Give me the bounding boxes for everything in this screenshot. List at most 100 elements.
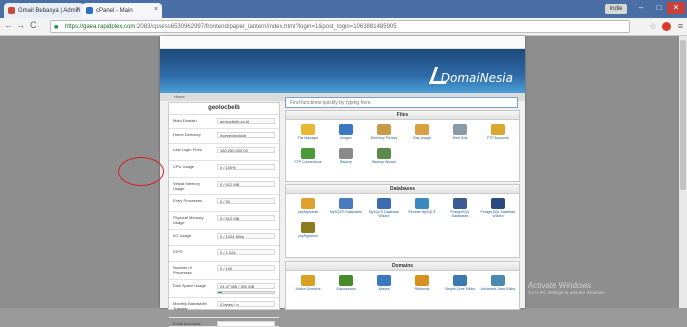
item-label: Redirects bbox=[414, 287, 430, 291]
function-search-input[interactable]: Find functions quickly by typing here. bbox=[285, 97, 518, 108]
cpanel-item-phpmyadmin[interactable]: phpMyAdmin bbox=[290, 196, 326, 214]
stat-label: Physical Memory Usage bbox=[173, 215, 204, 225]
phppgadmin-icon bbox=[301, 222, 315, 233]
cpanel-container: DomaiNesia Home geolocbelb Main Domain ge… bbox=[160, 36, 525, 327]
address-bar[interactable]: ■ https://gaea.rapidplex.com:2083/cpsess… bbox=[50, 20, 630, 33]
file-manager-highlight-circle bbox=[118, 157, 164, 186]
item-label: Directory Privacy bbox=[370, 136, 398, 140]
stat-row: Email Accounts bbox=[169, 318, 279, 327]
close-tab-icon[interactable]: × bbox=[154, 6, 158, 13]
browser-tab-cpanel[interactable]: cPanel - Main × bbox=[82, 3, 162, 18]
brand-logo[interactable]: DomaiNesia bbox=[441, 71, 513, 85]
windows-activation-watermark: Activate Windows Go to PC settings to ac… bbox=[528, 281, 606, 295]
item-label: PostgreSQL Database Wizard bbox=[480, 210, 516, 218]
stat-row: Disk Space Usage 24.37 MB / 300 MB bbox=[169, 280, 279, 298]
cpanel-item-mysql-database-wizard[interactable]: MySQL® Database Wizard bbox=[366, 196, 402, 218]
browser-menu-icon[interactable]: ≡ bbox=[678, 21, 683, 31]
cpanel-item-directory-privacy[interactable]: Directory Privacy bbox=[366, 122, 402, 140]
item-label: MySQL® Database Wizard bbox=[368, 210, 400, 218]
stat-row: Main Domain geolocbelb.co.id bbox=[169, 115, 279, 129]
cpanel-item-backup-wizard[interactable]: Backup Wizard bbox=[366, 146, 402, 164]
stat-row: Home Directory/home/geolocb bbox=[169, 129, 279, 144]
stat-row: I/O Usage 0 / 1024 KB/s bbox=[169, 230, 279, 246]
stat-row: IOPS 0 / 1,024 bbox=[169, 246, 279, 262]
stat-label: Entry Processes bbox=[173, 198, 203, 203]
cpanel-item-disk-usage[interactable]: Disk Usage bbox=[404, 122, 440, 140]
close-tab-icon[interactable]: × bbox=[76, 6, 80, 13]
stat-row: Physical Memory Usage 0 / 512 MB bbox=[169, 212, 279, 230]
cpanel-item-postgresql-database-wizard[interactable]: PostgreSQL Database Wizard bbox=[480, 196, 516, 218]
item-label: Backup Wizard bbox=[372, 160, 396, 164]
browser-user-chip[interactable]: Indie bbox=[605, 4, 627, 14]
ftp-connections-icon bbox=[301, 148, 315, 159]
stat-value: 0 / 512 MB bbox=[217, 181, 275, 187]
reload-icon[interactable]: C bbox=[30, 20, 37, 30]
cpanel-item-redirects[interactable]: Redirects bbox=[404, 273, 440, 291]
tab-bar: Gmail Bebasya | Admin × cPanel - Main × … bbox=[0, 0, 687, 18]
mysql-databases-icon bbox=[339, 198, 353, 209]
stats-panel: geolocbelb Main Domain geolocbelb.co.id Ho… bbox=[168, 102, 280, 327]
stat-label: Monthly Bandwidth Transfer bbox=[173, 301, 207, 311]
group-header[interactable]: Files bbox=[286, 111, 519, 120]
stat-row: Number of Processes 0 / 100 bbox=[169, 262, 279, 280]
window-close-button[interactable]: ✕ bbox=[667, 2, 685, 14]
item-label: File Manager bbox=[297, 136, 319, 140]
stat-label: IOPS bbox=[173, 249, 183, 254]
stat-value: 0 / 100 bbox=[217, 265, 275, 271]
cpanel-item-aliases[interactable]: Aliases bbox=[366, 273, 402, 291]
cpanel-item-mysql-databases[interactable]: MySQL® Databases bbox=[328, 196, 364, 214]
item-label: phpPgAdmin bbox=[297, 234, 319, 238]
group-header[interactable]: Domains bbox=[286, 262, 519, 271]
item-label: Simple Zone Editor bbox=[445, 287, 475, 291]
cpanel-item-file-manager[interactable]: File Manager bbox=[290, 122, 326, 140]
file-manager-icon bbox=[301, 124, 315, 135]
stat-value: 0 / 30 bbox=[217, 198, 275, 204]
cpanel-item-addon-domains[interactable]: Addon Domains bbox=[290, 273, 326, 291]
cpanel-item-remote-mysql[interactable]: Remote MySQL® bbox=[404, 196, 440, 214]
cpanel-item-ftp-connections[interactable]: FTP Connections bbox=[290, 146, 326, 164]
cpanel-item-postgresql-databases[interactable]: PostgreSQL Databases bbox=[442, 196, 478, 218]
cpanel-item-advanced-zone-editor[interactable]: Advanced Zone Editor bbox=[480, 273, 516, 291]
cpanel-favicon-icon bbox=[86, 7, 93, 14]
item-label: Backup bbox=[340, 160, 352, 164]
item-label: Disk Usage bbox=[413, 136, 431, 140]
postgresql-databases-icon bbox=[453, 198, 467, 209]
window-maximize-button[interactable]: □ bbox=[651, 2, 667, 14]
stat-value: 24.37 MB / 300 MB bbox=[217, 283, 275, 289]
extension-icon[interactable] bbox=[662, 22, 671, 31]
browser-tab-gmail[interactable]: Gmail Bebasya | Admin × bbox=[4, 3, 84, 18]
cpanel-item-backup[interactable]: Backup bbox=[328, 146, 364, 164]
scrollbar-thumb[interactable] bbox=[680, 40, 686, 190]
bookmark-star-icon[interactable]: ☆ bbox=[649, 21, 657, 32]
brand-banner: DomaiNesia bbox=[160, 49, 525, 93]
browser-toolbar: ← → C ■ https://gaea.rapidplex.com:2083/… bbox=[0, 18, 687, 36]
stat-label: Email Accounts bbox=[173, 321, 201, 326]
page-scrollbar[interactable] bbox=[679, 36, 687, 308]
aliases-icon bbox=[377, 275, 391, 286]
backup-icon bbox=[339, 148, 353, 159]
stat-row: CPU Usage 0 / 100% bbox=[169, 161, 279, 178]
cpanel-item-ftp-accounts[interactable]: FTP Accounts bbox=[480, 122, 516, 140]
url-secure: https://gaea.rapidplex.com bbox=[65, 24, 136, 30]
item-label: Advanced Zone Editor bbox=[480, 287, 516, 291]
stat-label: Virtual Memory Usage bbox=[173, 181, 200, 191]
window-minimize-button[interactable]: – bbox=[633, 2, 649, 14]
watermark-subtitle: Go to PC settings to activate Windows. bbox=[528, 290, 606, 295]
images-icon bbox=[339, 124, 353, 135]
item-label: Aliases bbox=[378, 287, 390, 291]
group-header[interactable]: Databases bbox=[286, 185, 519, 194]
tab-label: Gmail Bebasya | Admin bbox=[18, 7, 81, 14]
cpanel-item-simple-zone-editor[interactable]: Simple Zone Editor bbox=[442, 273, 478, 291]
item-label: Subdomains bbox=[336, 287, 356, 291]
cpanel-item-web-disk[interactable]: Web Disk bbox=[442, 122, 478, 140]
lock-icon: ■ bbox=[54, 24, 59, 31]
cpanel-item-subdomains[interactable]: Subdomains bbox=[328, 273, 364, 291]
mysql-database-wizard-icon bbox=[377, 198, 391, 209]
forward-icon[interactable]: → bbox=[16, 20, 25, 30]
cpanel-item-images[interactable]: Images bbox=[328, 122, 364, 140]
back-icon[interactable]: ← bbox=[4, 20, 13, 30]
item-label: phpMyAdmin bbox=[297, 210, 319, 214]
web-disk-icon bbox=[453, 124, 467, 135]
cpanel-item-phppgadmin[interactable]: phpPgAdmin bbox=[290, 220, 326, 238]
addon-domains-icon bbox=[301, 275, 315, 286]
